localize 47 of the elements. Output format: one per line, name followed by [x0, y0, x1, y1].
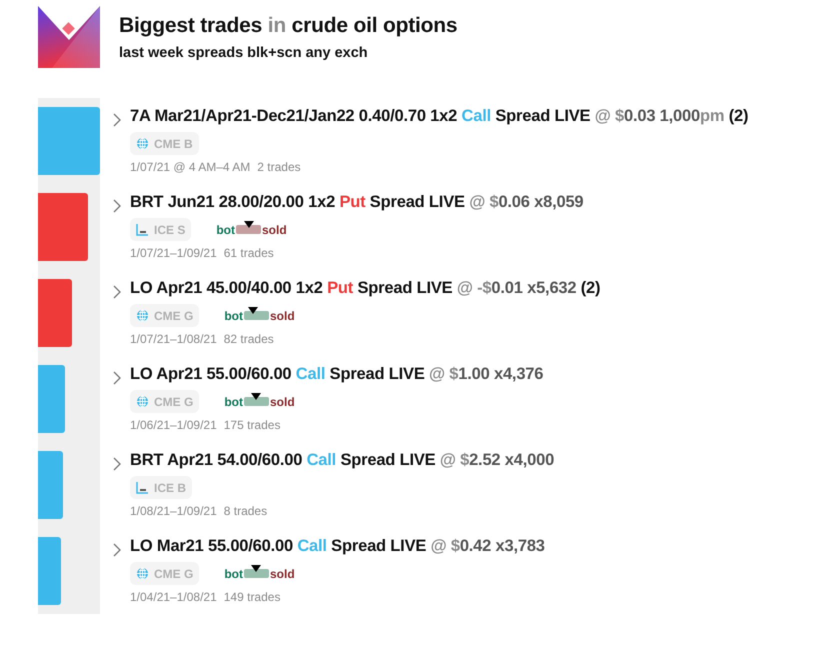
- trade-title[interactable]: LO Mar21 55.00/60.00 Call Spread LIVE @ $0.42 x3,783: [130, 537, 545, 556]
- chevron-icon[interactable]: [112, 285, 122, 299]
- chevron-icon[interactable]: [112, 543, 122, 557]
- sold-label: sold: [262, 222, 287, 236]
- globe-icon: [136, 137, 149, 150]
- bot-label: bot: [216, 222, 235, 236]
- trade-count: 61 trades: [224, 246, 274, 260]
- sold-label: sold: [270, 308, 295, 322]
- globe-icon: [136, 309, 149, 322]
- page-title: Biggest trades in crude oil options: [119, 14, 458, 38]
- globe-icon: [136, 567, 149, 580]
- chevron-icon[interactable]: [112, 457, 122, 471]
- bot-label: bot: [224, 308, 243, 322]
- date-range: 1/08/21–1/09/21: [130, 504, 217, 518]
- trade-count: 82 trades: [224, 332, 274, 346]
- trade-title[interactable]: 7A Mar21/Apr21-Dec21/Jan22 0.40/0.70 1x2 Call Spread LIVE @ $0.03 1,000pm (2): [130, 107, 748, 126]
- trade-count: 149 trades: [224, 590, 280, 604]
- trade-count: 2 trades: [257, 160, 301, 174]
- exchange-tag: CME G: [130, 562, 200, 585]
- page-subtitle: last week spreads blk+scn any exch: [119, 44, 369, 60]
- trade-count: 8 trades: [224, 504, 268, 518]
- chevron-icon[interactable]: [112, 371, 122, 385]
- date-range: 1/07/21 @ 4 AM–4 AM: [130, 160, 250, 174]
- date-range: 1/04/21–1/08/21: [130, 590, 217, 604]
- trade-title[interactable]: LO Apr21 55.00/60.00 Call Spread LIVE @ $1.00 x4,376: [130, 365, 544, 384]
- date-range: 1/06/21–1/09/21: [130, 418, 217, 432]
- exchange-logo-icon: [136, 481, 149, 494]
- exchange-logo-icon: [136, 223, 149, 236]
- sold-label: sold: [270, 566, 295, 580]
- globe-icon: [136, 395, 149, 408]
- exchange-tag: CME B: [130, 132, 199, 155]
- chevron-icon[interactable]: [112, 113, 122, 127]
- date-range: 1/07/21–1/09/21: [130, 246, 217, 260]
- bot-label: bot: [224, 566, 243, 580]
- trade-title[interactable]: BRT Jun21 28.00/20.00 1x2 Put Spread LIVE @ $0.06 x8,059: [130, 193, 584, 212]
- sold-label: sold: [270, 394, 295, 408]
- trade-count: 175 trades: [224, 418, 280, 432]
- chevron-icon[interactable]: [112, 199, 122, 213]
- bot-label: bot: [224, 394, 243, 408]
- exchange-tag: CME G: [130, 390, 200, 413]
- exchange-tag: CME G: [130, 304, 200, 327]
- exchange-tag: ICE B: [130, 476, 192, 499]
- trade-title[interactable]: BRT Apr21 54.00/60.00 Call Spread LIVE @ $2.52 x4,000: [130, 451, 554, 470]
- trade-title[interactable]: LO Apr21 45.00/40.00 1x2 Put Spread LIVE @ -$0.01 x5,632 (2): [130, 279, 600, 298]
- logo-icon: [38, 6, 100, 68]
- date-range: 1/07/21–1/08/21: [130, 332, 217, 346]
- exchange-tag: ICE S: [130, 218, 192, 241]
